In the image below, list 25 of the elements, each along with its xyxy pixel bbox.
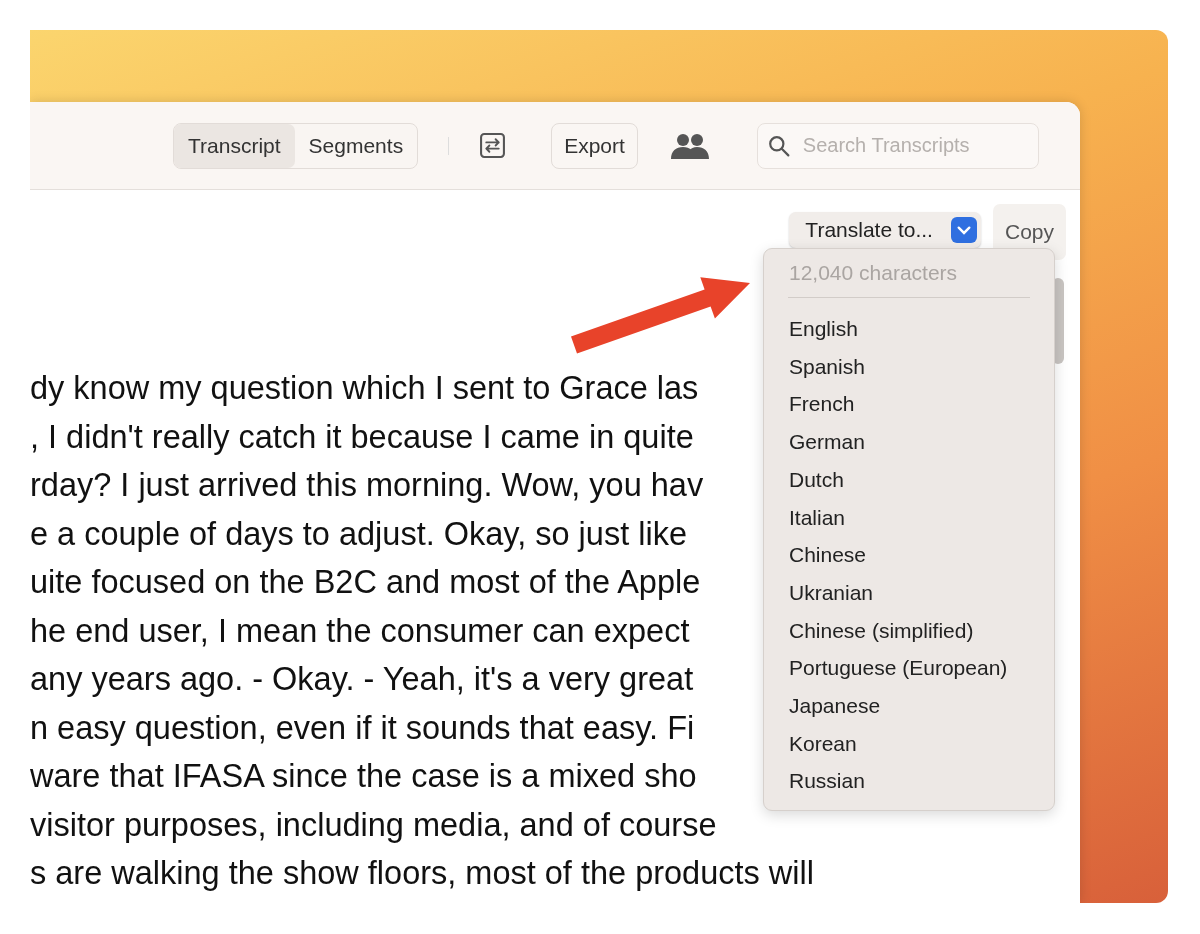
view-tab[interactable]: Segments (294, 123, 418, 168)
language-menu-item[interactable]: Portuguese (European) (764, 649, 1054, 688)
transcript-line: visitor purposes, including media, and of course (30, 805, 718, 845)
language-menu-item[interactable]: Chinese (simplified) (764, 611, 1054, 650)
translate-dropdown[interactable]: Translate to... (789, 212, 981, 248)
transcript-line: s are walking the show floors, most of the products will (30, 854, 814, 893)
language-menu-item[interactable]: Dutch (764, 460, 1054, 499)
view-tab[interactable]: Transcript (174, 123, 295, 168)
search-field[interactable]: Search Transcripts (756, 122, 1039, 169)
language-menu-item[interactable]: Italian (764, 498, 1054, 537)
language-menu-item[interactable]: French (764, 385, 1054, 424)
language-menu-item[interactable]: German (764, 423, 1054, 461)
language-menu-item[interactable]: Chinese (764, 536, 1054, 574)
people-icon[interactable] (669, 131, 710, 160)
language-menu-item[interactable]: English (764, 310, 1054, 348)
language-menu-item[interactable]: Russian (764, 762, 1054, 801)
swap-arrows-icon[interactable] (479, 132, 507, 159)
language-menu-item[interactable]: Japanese (764, 687, 1054, 725)
language-menu-item[interactable]: Korean (764, 724, 1054, 763)
language-menu-item[interactable]: Ukranian (764, 573, 1054, 612)
chevron-down-icon (950, 217, 977, 243)
language-menu-item[interactable]: Spanish (764, 347, 1054, 386)
export-button[interactable]: Export (551, 122, 638, 169)
search-icon (767, 134, 790, 157)
character-count: 12,040 characters (788, 261, 959, 285)
